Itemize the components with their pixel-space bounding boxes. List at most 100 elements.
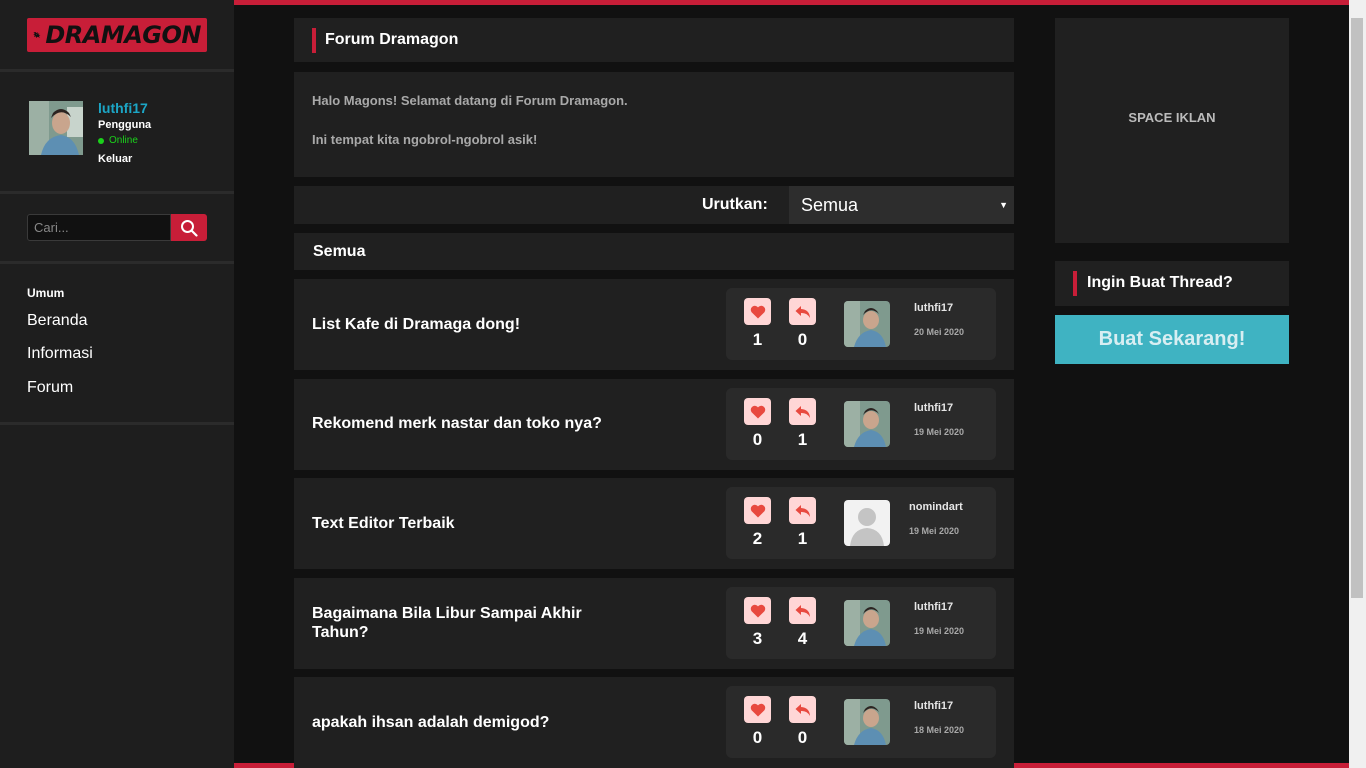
default-avatar-icon[interactable] bbox=[844, 500, 890, 546]
ad-label: SPACE IKLAN bbox=[1128, 110, 1216, 125]
author-avatar[interactable] bbox=[844, 301, 890, 347]
nav-item-beranda[interactable]: Beranda bbox=[27, 312, 88, 330]
profile-username[interactable]: luthfi17 bbox=[98, 100, 148, 116]
like-count: 0 bbox=[752, 430, 763, 449]
author-name[interactable]: luthfi17 bbox=[914, 700, 953, 712]
heart-icon bbox=[750, 703, 765, 716]
thread-row[interactable]: apakah ihsan adalah demigod? 0 0 luthfi1… bbox=[294, 677, 1014, 768]
reply-icon bbox=[795, 305, 810, 318]
thread-row[interactable]: Rekomend merk nastar dan toko nya? 0 1 l… bbox=[294, 379, 1014, 470]
reply-count: 0 bbox=[797, 728, 808, 747]
author-name[interactable]: luthfi17 bbox=[914, 302, 953, 314]
like-button[interactable] bbox=[744, 497, 771, 524]
cta-header: Ingin Buat Thread? bbox=[1055, 261, 1289, 306]
sidebar: DRAMAGON luthfi17 Pengguna Online Keluar bbox=[0, 0, 234, 768]
reply-button[interactable] bbox=[789, 298, 816, 325]
logo-text: DRAMAGON bbox=[45, 21, 201, 49]
reply-icon bbox=[795, 504, 810, 517]
author-avatar[interactable] bbox=[844, 401, 890, 447]
section-header: Semua bbox=[294, 233, 1014, 270]
logo[interactable]: DRAMAGON bbox=[27, 18, 207, 52]
search-button[interactable] bbox=[171, 214, 207, 241]
thread-date: 20 Mei 2020 bbox=[914, 327, 965, 337]
nav-category-label: Umum bbox=[27, 286, 65, 300]
profile-role: Pengguna bbox=[98, 119, 152, 131]
search-input[interactable] bbox=[27, 214, 171, 241]
author-name[interactable]: luthfi17 bbox=[914, 402, 953, 414]
user-profile: luthfi17 Pengguna Online Keluar bbox=[0, 72, 234, 194]
author-name[interactable]: luthfi17 bbox=[914, 601, 953, 613]
reply-button[interactable] bbox=[789, 696, 816, 723]
nav-item-forum[interactable]: Forum bbox=[27, 379, 73, 397]
logo-area: DRAMAGON bbox=[0, 0, 234, 72]
section-title: Semua bbox=[313, 243, 366, 260]
thread-title[interactable]: Text Editor Terbaik bbox=[312, 514, 642, 533]
sort-bar: Urutkan: Semua ▼ bbox=[294, 186, 1014, 224]
like-count: 0 bbox=[752, 728, 763, 747]
thread-meta: 0 1 luthfi17 19 Mei 2020 bbox=[726, 388, 996, 460]
thread-date: 19 Mei 2020 bbox=[914, 626, 965, 636]
logout-link[interactable]: Keluar bbox=[98, 153, 132, 165]
sort-label: Urutkan: bbox=[702, 196, 768, 213]
cta-accent-bar bbox=[1073, 271, 1077, 296]
nav-item-informasi[interactable]: Informasi bbox=[27, 345, 93, 363]
forum-header: Forum Dramagon bbox=[294, 18, 1014, 62]
page-title: Forum Dramagon bbox=[325, 31, 459, 48]
search-area bbox=[0, 194, 234, 264]
scrollbar-thumb[interactable] bbox=[1351, 18, 1363, 598]
thread-title[interactable]: Bagaimana Bila Libur Sampai Akhir Tahun? bbox=[312, 604, 642, 642]
thread-date: 19 Mei 2020 bbox=[909, 526, 960, 536]
scrollbar[interactable] bbox=[1349, 0, 1366, 768]
header-accent-bar bbox=[312, 28, 316, 53]
thread-meta: 0 0 luthfi17 18 Mei 2020 bbox=[726, 686, 996, 758]
like-count: 2 bbox=[752, 529, 763, 548]
cta-heading: Ingin Buat Thread? bbox=[1087, 274, 1233, 291]
thread-title[interactable]: apakah ihsan adalah demigod? bbox=[312, 713, 642, 732]
reply-count: 1 bbox=[797, 529, 808, 548]
thread-title[interactable]: List Kafe di Dramaga dong! bbox=[312, 315, 642, 334]
online-dot-icon bbox=[98, 137, 104, 144]
reply-count: 4 bbox=[797, 629, 808, 648]
reply-count: 0 bbox=[797, 330, 808, 349]
reply-button[interactable] bbox=[789, 497, 816, 524]
heart-icon bbox=[750, 504, 765, 517]
top-accent-line bbox=[234, 0, 1349, 5]
create-thread-button[interactable]: Buat Sekarang! bbox=[1055, 315, 1289, 364]
welcome-panel: Halo Magons! Selamat datang di Forum Dra… bbox=[294, 72, 1014, 177]
author-avatar[interactable] bbox=[844, 600, 890, 646]
author-name[interactable]: nomindart bbox=[909, 501, 963, 513]
welcome-line-1: Halo Magons! Selamat datang di Forum Dra… bbox=[312, 93, 628, 108]
heart-icon bbox=[750, 305, 765, 318]
reply-button[interactable] bbox=[789, 398, 816, 425]
reply-button[interactable] bbox=[789, 597, 816, 624]
thread-meta: 1 0 luthfi17 20 Mei 2020 bbox=[726, 288, 996, 360]
dragon-logo-icon bbox=[33, 32, 41, 38]
chevron-down-icon: ▼ bbox=[999, 200, 1008, 210]
like-button[interactable] bbox=[744, 696, 771, 723]
thread-date: 19 Mei 2020 bbox=[914, 427, 965, 437]
avatar[interactable] bbox=[29, 101, 83, 155]
sort-selected-value: Semua bbox=[801, 195, 859, 215]
thread-row[interactable]: Text Editor Terbaik 2 1 nomindart 19 Mei… bbox=[294, 478, 1014, 569]
reply-icon bbox=[795, 604, 810, 617]
like-button[interactable] bbox=[744, 398, 771, 425]
sort-select[interactable]: Semua ▼ bbox=[789, 186, 1014, 224]
reply-icon bbox=[795, 405, 810, 418]
heart-icon bbox=[750, 604, 765, 617]
thread-title[interactable]: Rekomend merk nastar dan toko nya? bbox=[312, 414, 642, 433]
reply-icon bbox=[795, 703, 810, 716]
like-button[interactable] bbox=[744, 298, 771, 325]
thread-row[interactable]: Bagaimana Bila Libur Sampai Akhir Tahun?… bbox=[294, 578, 1014, 669]
ad-space[interactable]: SPACE IKLAN bbox=[1055, 18, 1289, 243]
reply-count: 1 bbox=[797, 430, 808, 449]
profile-status-text: Online bbox=[109, 135, 138, 146]
author-avatar[interactable] bbox=[844, 699, 890, 745]
thread-row[interactable]: List Kafe di Dramaga dong! 1 0 luthfi17 … bbox=[294, 279, 1014, 370]
welcome-line-2: Ini tempat kita ngobrol-ngobrol asik! bbox=[312, 132, 538, 147]
like-button[interactable] bbox=[744, 597, 771, 624]
like-count: 3 bbox=[752, 629, 763, 648]
sidebar-nav: Umum Beranda Informasi Forum bbox=[0, 264, 234, 425]
profile-status: Online bbox=[98, 135, 138, 146]
thread-date: 18 Mei 2020 bbox=[914, 725, 965, 735]
like-count: 1 bbox=[752, 330, 763, 349]
